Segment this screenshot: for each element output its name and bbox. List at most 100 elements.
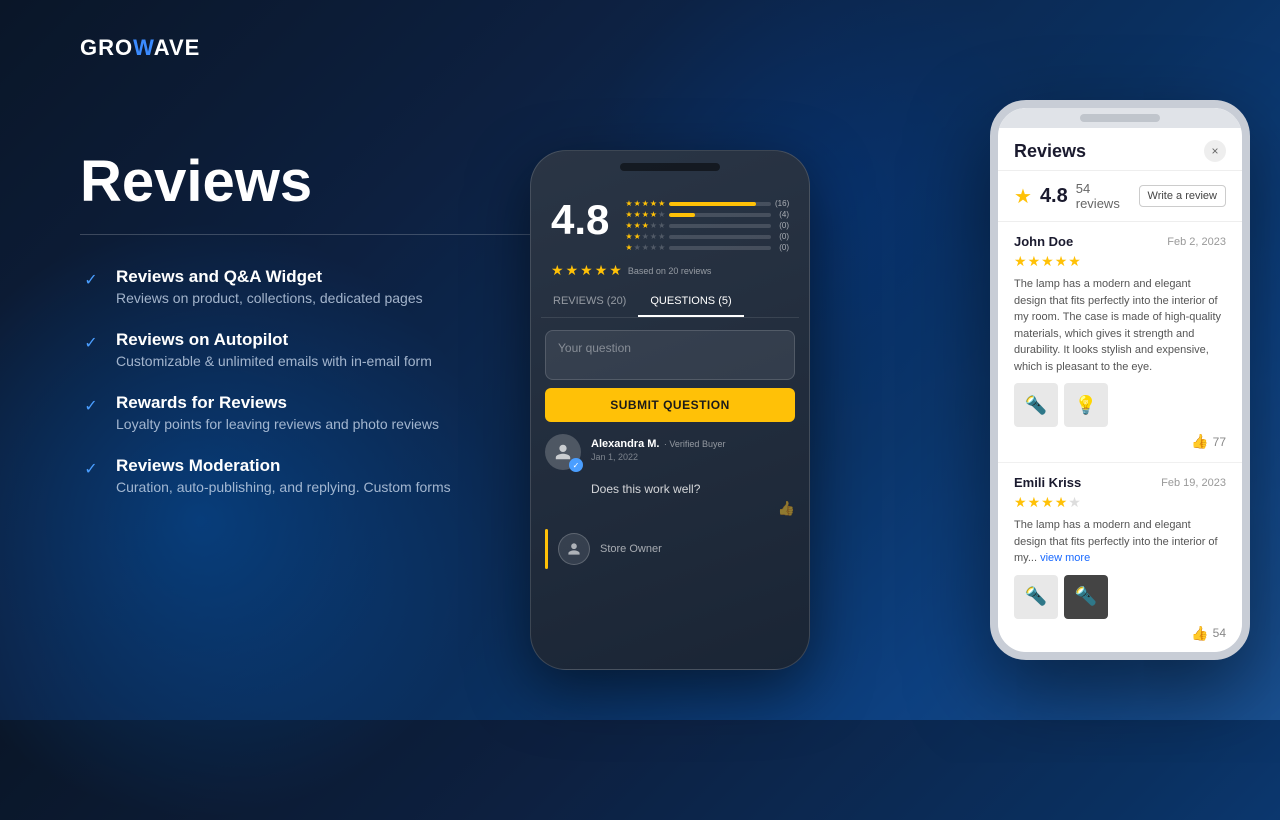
star-bar-1	[669, 246, 771, 250]
star-bar-2	[669, 235, 771, 239]
phone-notch-pill	[1080, 114, 1160, 122]
question-area[interactable]: Your question	[545, 330, 795, 380]
stars-breakdown: ★★★★★ (16) ★★★★★ (4) ★★★★★	[625, 199, 789, 254]
review-date: Jan 1, 2022	[591, 452, 725, 462]
star-count-2: (0)	[775, 232, 789, 241]
store-owner-row: Store Owner	[545, 529, 795, 569]
phone-light: Reviews × ★ 4.8 54 reviews Write a revie…	[990, 100, 1250, 660]
review-text-emili: The lamp has a modern and elegant design…	[1014, 517, 1226, 567]
view-more-link[interactable]: view more	[1040, 552, 1090, 564]
review-question-text: Does this work well?	[591, 482, 795, 496]
light-star-big: ★	[1014, 184, 1032, 209]
star-row-4: ★★★★★ (4)	[625, 210, 789, 219]
rating-section: 4.8 ★★★★★ (16) ★★★★★ (4)	[531, 183, 809, 262]
star-count-3: (0)	[775, 221, 789, 230]
review-text-john: The lamp has a modern and elegant design…	[1014, 276, 1226, 375]
logo-before: GRO	[80, 35, 133, 60]
like-count-john: 77	[1213, 435, 1226, 449]
like-icon-emili[interactable]: 👍	[1191, 625, 1208, 642]
light-reviews-count: 54 reviews	[1076, 181, 1131, 211]
review-item-dark: ✓ Alexandra M. · Verified Buyer Jan 1, 2…	[545, 434, 795, 470]
feature-title-rewards: Rewards for Reviews	[116, 393, 439, 413]
review-images-emili: 🔦 🔦	[1014, 575, 1226, 619]
phone-notch-bar	[998, 108, 1242, 128]
phone-light-inner: Reviews × ★ 4.8 54 reviews Write a revie…	[998, 108, 1242, 652]
review-images-john: 🔦 💡	[1014, 383, 1226, 427]
review-header-emili: Emili Kriss Feb 19, 2023	[1014, 475, 1226, 490]
review-image-2: 💡	[1064, 383, 1108, 427]
phones-container: 4.8 ★★★★★ (16) ★★★★★ (4)	[500, 50, 1280, 710]
star-count-1: (0)	[775, 243, 789, 252]
review-image-1: 🔦	[1014, 383, 1058, 427]
star-bar-5	[669, 202, 771, 206]
star-row-5: ★★★★★ (16)	[625, 199, 789, 208]
logo-wave: W	[133, 35, 154, 60]
star-icons-2: ★★★★★	[625, 232, 665, 241]
light-title: Reviews	[1014, 141, 1086, 162]
question-placeholder: Your question	[558, 341, 782, 355]
feature-text-moderation: Reviews Moderation Curation, auto-publis…	[116, 456, 451, 495]
feature-desc-rewards: Loyalty points for leaving reviews and p…	[116, 416, 439, 432]
tab-reviews[interactable]: REVIEWS (20)	[541, 287, 638, 317]
logo-after: AVE	[154, 35, 201, 60]
review-header-john: John Doe Feb 2, 2023	[1014, 234, 1226, 249]
submit-question-button[interactable]: SUBMIT QUESTION	[545, 388, 795, 422]
verified-badge: ✓	[569, 458, 583, 472]
feature-text-autopilot: Reviews on Autopilot Customizable & unli…	[116, 330, 432, 369]
light-header: Reviews ×	[998, 128, 1242, 171]
light-rating-num: 4.8	[1040, 185, 1068, 208]
star-icons-4: ★★★★★	[625, 210, 665, 219]
check-icon-rewards: ✓	[80, 395, 102, 417]
review-image-4: 🔦	[1064, 575, 1108, 619]
like-row: 👍	[531, 496, 809, 521]
feature-title-moderation: Reviews Moderation	[116, 456, 451, 476]
star-icons-5: ★★★★★	[625, 199, 665, 208]
star-row-2: ★★★★★ (0)	[625, 232, 789, 241]
divider	[80, 234, 540, 235]
light-stars-john: ★ ★ ★ ★ ★	[1014, 253, 1226, 270]
store-owner-label: Store Owner	[600, 543, 662, 555]
phone-dark: 4.8 ★★★★★ (16) ★★★★★ (4)	[530, 150, 810, 670]
star-count-5: (16)	[775, 199, 789, 208]
feature-desc-moderation: Curation, auto-publishing, and replying.…	[116, 479, 451, 495]
big-stars: ★★★★★	[551, 262, 622, 279]
rating-bottom: ★★★★★ Based on 20 reviews	[531, 262, 809, 287]
reviewer-name: Alexandra M.	[591, 438, 659, 450]
check-icon-autopilot: ✓	[80, 332, 102, 354]
reviewer-avatar: ✓	[545, 434, 581, 470]
reviewer-meta: Alexandra M. · Verified Buyer Jan 1, 202…	[591, 434, 725, 462]
like-count-emili: 54	[1213, 626, 1226, 640]
star-row-1: ★★★★★ (0)	[625, 243, 789, 252]
star-icons-1: ★★★★★	[625, 243, 665, 252]
like-icon-john[interactable]: 👍	[1191, 433, 1208, 450]
reviewer-badge: · Verified Buyer	[664, 439, 726, 449]
check-icon-moderation: ✓	[80, 458, 102, 480]
write-review-button[interactable]: Write a review	[1139, 185, 1226, 207]
reviewer-name-john: John Doe	[1014, 234, 1073, 249]
feature-text-qa: Reviews and Q&A Widget Reviews on produc…	[116, 267, 423, 306]
tab-questions[interactable]: QUESTIONS (5)	[638, 287, 743, 317]
like-button[interactable]: 👍	[778, 500, 795, 517]
feature-desc-autopilot: Customizable & unlimited emails with in-…	[116, 353, 432, 369]
light-stars-emili: ★ ★ ★ ★ ★	[1014, 494, 1226, 511]
review-date-john: Feb 2, 2023	[1167, 236, 1226, 248]
like-row-john: 👍 77	[1014, 433, 1226, 450]
like-row-emili: 👍 54	[1014, 625, 1226, 642]
reviewer-name-emili: Emili Kriss	[1014, 475, 1081, 490]
check-icon-qa: ✓	[80, 269, 102, 291]
feature-text-rewards: Rewards for Reviews Loyalty points for l…	[116, 393, 439, 432]
star-icons-3: ★★★★★	[625, 221, 665, 230]
review-card-john: John Doe Feb 2, 2023 ★ ★ ★ ★ ★ The lamp …	[998, 222, 1242, 463]
store-owner-avatar	[558, 533, 590, 565]
big-rating: 4.8	[551, 199, 609, 241]
based-on-text: Based on 20 reviews	[628, 266, 712, 276]
star-bar-3	[669, 224, 771, 228]
store-owner-line	[545, 529, 548, 569]
logo-text: GROWAVE	[80, 35, 200, 61]
close-button[interactable]: ×	[1204, 140, 1226, 162]
feature-title-qa: Reviews and Q&A Widget	[116, 267, 423, 287]
phone-dark-notch	[620, 163, 720, 171]
review-image-3: 🔦	[1014, 575, 1058, 619]
star-bar-4	[669, 213, 771, 217]
star-row-3: ★★★★★ (0)	[625, 221, 789, 230]
